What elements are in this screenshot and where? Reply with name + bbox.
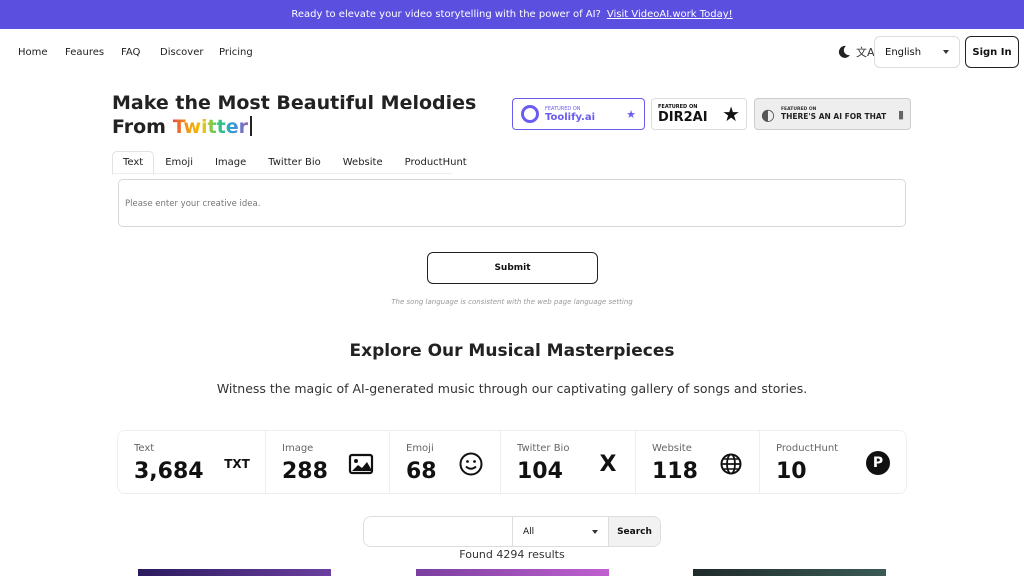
aift-logo-icon: ◐ [761,104,775,124]
category-filter[interactable]: All [513,517,609,546]
nav-home[interactable]: Home [18,47,48,58]
search-button[interactable]: Search [609,517,660,546]
producthunt-icon: P [866,451,890,475]
title-prefix: From [112,116,173,138]
dir2ai-badge-name: DIR2AI [658,109,708,125]
star-icon: ★ [722,102,740,126]
stat-label: Website [652,443,692,454]
chevron-down-icon [592,529,598,534]
language-select[interactable]: English [874,36,960,68]
translate-icon[interactable]: 文A [856,44,875,60]
nav-discover[interactable]: Discover [160,47,204,58]
stat-producthunt[interactable]: ProductHunt 10 P [760,431,906,493]
submit-button[interactable]: Submit [427,252,598,284]
stat-value: 104 [517,459,563,484]
idea-input[interactable] [118,179,906,227]
search-bar: All Search [363,516,661,547]
title-line-2: From Twitter [112,115,476,139]
star-icon: ★ [626,107,636,121]
stat-text[interactable]: Text 3,684 TXT [118,431,266,493]
promo-banner: Ready to elevate your video storytelling… [0,0,1024,29]
dir2ai-badge[interactable]: FEATURED ON DIR2AI ★ [651,98,747,130]
tab-divider [112,173,452,174]
song-card-thumbnail[interactable] [416,569,609,576]
tab-emoji[interactable]: Emoji [154,151,204,175]
stats-bar: Text 3,684 TXT Image 288 Emoji 68 Twitte… [117,430,907,494]
stat-value: 68 [406,459,437,484]
explore-title: Explore Our Musical Masterpieces [349,341,675,361]
song-card-thumbnail[interactable] [138,569,331,576]
text-cursor [249,116,252,136]
toolify-badge[interactable]: FEATURED ON Toolify.ai ★ [512,98,645,130]
page-title: Make the Most Beautiful Melodies From Tw… [112,91,476,139]
toolify-badge-name: Toolify.ai [545,111,596,123]
stat-label: Image [282,443,314,454]
stat-twitter-bio[interactable]: Twitter Bio 104 X [501,431,636,493]
moon-icon[interactable] [836,44,852,60]
image-icon [348,453,374,475]
banner-link[interactable]: Visit VideoAI.work Today! [607,9,733,20]
smiley-icon [459,452,483,476]
input-type-tabs: Text Emoji Image Twitter Bio Website Pro… [112,151,478,175]
tab-website[interactable]: Website [332,151,394,175]
tab-image[interactable]: Image [204,151,257,175]
stat-value: 118 [652,459,698,484]
toolify-logo-icon [521,105,539,123]
language-value: English [885,46,922,58]
aift-badge[interactable]: ◐ FEATURED ON THERE'S AN AI FOR THAT ▮ [754,98,911,130]
stat-value: 3,684 [134,459,204,484]
chevron-down-icon [943,50,949,54]
txt-icon: TXT [224,457,250,471]
sign-in-button[interactable]: Sign In [965,36,1019,68]
stat-value: 288 [282,459,328,484]
stat-label: Twitter Bio [517,443,570,454]
stat-website[interactable]: Website 118 [636,431,760,493]
x-logo-icon: X [599,451,617,477]
title-line-1: Make the Most Beautiful Melodies [112,92,477,114]
stat-label: Text [134,443,155,454]
results-count: Found 4294 results [459,548,565,561]
bookmark-icon: ▮ [897,107,904,121]
category-filter-value: All [523,526,535,537]
aift-badge-name: THERE'S AN AI FOR THAT [780,112,887,121]
language-note: The song language is consistent with the… [391,298,633,306]
stat-label: ProductHunt [776,443,839,454]
tab-producthunt[interactable]: ProductHunt [394,151,478,175]
tab-text[interactable]: Text [112,151,155,175]
nav-features[interactable]: Feaures [65,47,104,58]
tab-twitter-bio[interactable]: Twitter Bio [257,151,331,175]
song-card-thumbnail[interactable] [693,569,886,576]
title-highlight: Twitter [172,116,248,138]
search-input[interactable] [364,517,513,546]
banner-text: Ready to elevate your video storytelling… [291,9,601,20]
globe-icon [720,453,742,475]
stat-image[interactable]: Image 288 [266,431,390,493]
stat-label: Emoji [406,443,434,454]
stat-emoji[interactable]: Emoji 68 [390,431,501,493]
nav-faq[interactable]: FAQ [121,47,140,58]
stat-value: 10 [776,459,807,484]
nav-pricing[interactable]: Pricing [219,47,253,58]
explore-subtitle: Witness the magic of AI-generated music … [216,381,808,396]
